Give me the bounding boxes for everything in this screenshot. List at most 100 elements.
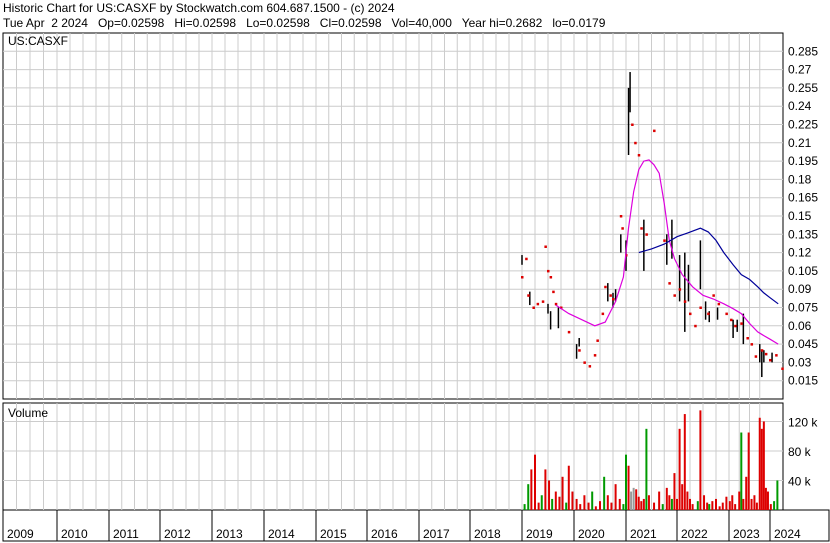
volume-bar [583, 495, 586, 510]
close-tick [634, 141, 637, 145]
volume-bar [699, 410, 702, 510]
close-tick [746, 337, 749, 340]
close-tick [547, 269, 550, 273]
year-tick-label: 2020 [578, 527, 605, 541]
close-tick [601, 312, 605, 316]
close-tick [621, 227, 624, 230]
volume-bar [558, 496, 561, 510]
close-tick [552, 290, 555, 294]
close-tick [593, 354, 597, 357]
volume-bar [587, 502, 590, 510]
price-tick-label: 0.165 [788, 191, 818, 205]
close-tick [604, 285, 607, 289]
volume-bar [758, 417, 761, 510]
close-tick [578, 349, 581, 352]
close-tick [612, 297, 615, 301]
year-tick-label: 2023 [733, 527, 760, 541]
volume-bar [678, 428, 681, 510]
volume-bar [728, 501, 731, 510]
volume-bar [554, 491, 557, 510]
volume-bar [614, 484, 617, 510]
volume-bar [764, 487, 767, 510]
close-tick [544, 245, 547, 248]
close-tick [683, 300, 687, 303]
volume-bar [571, 491, 574, 510]
volume-bar [527, 484, 530, 510]
volume-tick-label: 40 k [788, 474, 812, 488]
volume-bar [676, 498, 678, 510]
price-tick-label: 0.225 [788, 118, 818, 132]
close-tick [645, 233, 648, 236]
close-tick [699, 306, 702, 309]
volume-bar [632, 487, 635, 510]
volume-bar [755, 502, 758, 510]
volume-bar [668, 495, 671, 510]
year-tick-label: 2024 [774, 527, 801, 541]
volume-bar [618, 498, 621, 510]
volume-tick-label: 120 k [788, 415, 818, 429]
price-tick-label: 0.24 [788, 99, 812, 113]
price-tick-label: 0.27 [788, 63, 812, 77]
price-tick-label: 0.12 [788, 246, 812, 260]
volume-bar [673, 473, 676, 510]
volume-bar [708, 504, 711, 510]
close-tick [717, 302, 721, 306]
close-tick [663, 239, 666, 242]
volume-bar [642, 498, 645, 510]
volume-bar [661, 504, 664, 510]
price-tick-label: 0.06 [788, 319, 812, 333]
close-tick [730, 318, 733, 322]
year-tick-label: 2017 [423, 527, 450, 541]
volume-bar [567, 465, 570, 510]
close-tick [707, 312, 710, 316]
volume-bar [691, 504, 694, 510]
volume-bar [681, 484, 684, 510]
volume-bar [696, 501, 699, 510]
volume-bar [544, 469, 547, 510]
close-tick [532, 306, 535, 309]
close-tick [596, 339, 599, 342]
close-tick [694, 324, 697, 328]
volume-bar [551, 498, 554, 510]
price-tick-label: 0.135 [788, 227, 818, 241]
volume-bar [645, 428, 648, 510]
price-tick-label: 0.045 [788, 337, 818, 351]
close-tick [740, 322, 743, 325]
volume-bar [745, 476, 748, 510]
volume-bar [725, 496, 728, 510]
moving-average-long-line [638, 227, 779, 305]
volume-bar [523, 504, 526, 510]
volume-label: Volume [8, 406, 48, 420]
volume-bar [760, 428, 763, 510]
panel-frames [2, 32, 830, 542]
volume-bar [706, 502, 709, 510]
close-tick [521, 276, 524, 279]
close-tick [760, 349, 764, 352]
price-tick-label: 0.18 [788, 172, 812, 186]
price-tick-label: 0.075 [788, 301, 818, 315]
symbol-label: US:CASXF [8, 34, 68, 48]
volume-bar [766, 491, 769, 510]
close-tick [536, 302, 540, 306]
volume-bar [579, 504, 582, 510]
chart-root: Historic Chart for US:CASXF by Stockwatc… [0, 0, 830, 543]
volume-bar [734, 504, 737, 510]
price-tick-label: 0.15 [788, 209, 812, 223]
year-tick-label: 2019 [526, 527, 553, 541]
close-tick [668, 282, 671, 285]
close-tick [567, 330, 571, 334]
year-tick-label: 2016 [371, 527, 398, 541]
volume-bar [603, 476, 606, 510]
volume-bar [540, 495, 543, 510]
close-tick [609, 294, 612, 297]
volume-bar [653, 502, 656, 510]
volume-bar [738, 491, 741, 510]
volume-bar [740, 432, 743, 510]
close-ticks [521, 123, 784, 370]
price-tick-label: 0.255 [788, 81, 818, 95]
volume-bar [591, 491, 594, 510]
volume-bar [711, 501, 714, 510]
price-tick-label: 0.015 [788, 374, 818, 388]
volume-tick-label: 80 k [788, 445, 812, 459]
close-tick [527, 294, 530, 297]
